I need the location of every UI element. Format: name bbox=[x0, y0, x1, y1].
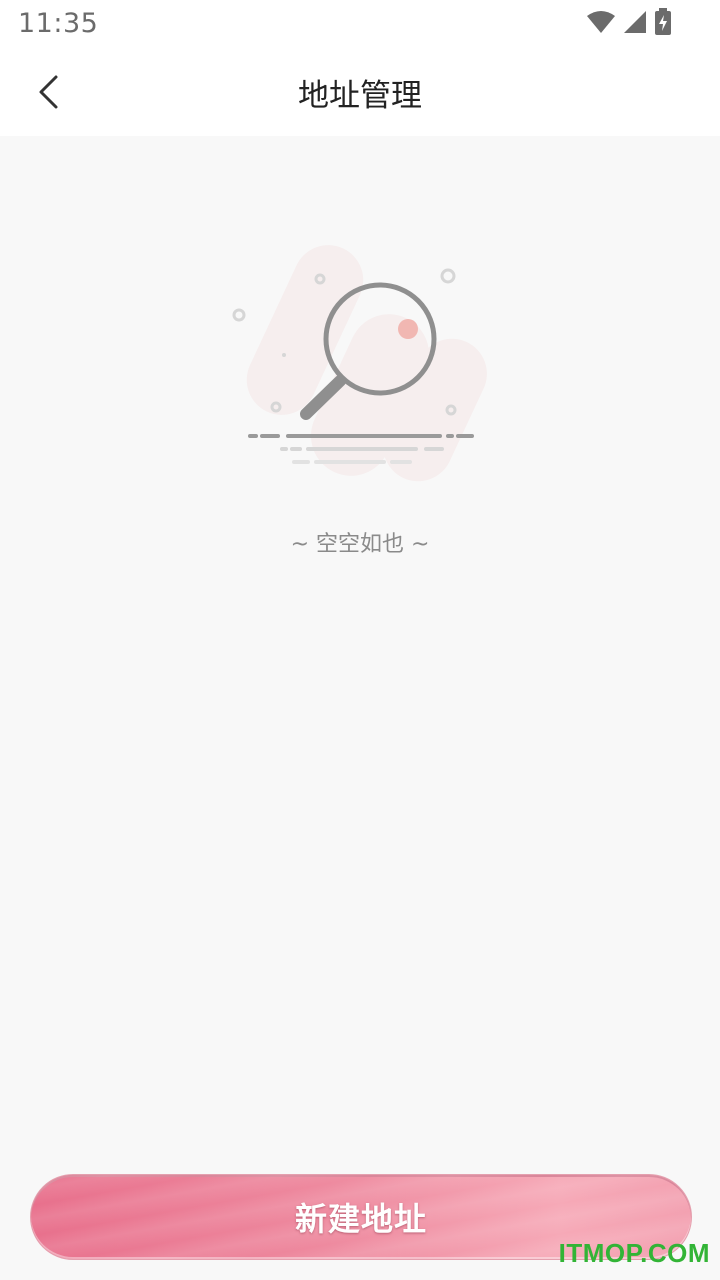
top-bar: 11:35 地址管理 bbox=[0, 0, 720, 136]
status-bar: 11:35 bbox=[0, 0, 720, 50]
signal-icon bbox=[622, 9, 648, 39]
status-icons bbox=[586, 8, 672, 40]
empty-state-illustration bbox=[220, 240, 510, 500]
header: 地址管理 bbox=[0, 50, 720, 136]
page-title: 地址管理 bbox=[298, 78, 422, 114]
empty-state-message: ~ 空空如也 ~ bbox=[290, 532, 430, 557]
address-management-screen: 11:35 地址管理 ~ 空空如也 ~ 新建地址 ITMOP.COM bbox=[0, 0, 720, 1280]
new-address-label: 新建地址 bbox=[294, 1200, 427, 1238]
status-time: 11:35 bbox=[18, 8, 99, 39]
battery-charging-icon bbox=[654, 8, 672, 40]
watermark-text: ITMOP.COM bbox=[558, 1238, 710, 1268]
wifi-icon bbox=[586, 10, 616, 38]
